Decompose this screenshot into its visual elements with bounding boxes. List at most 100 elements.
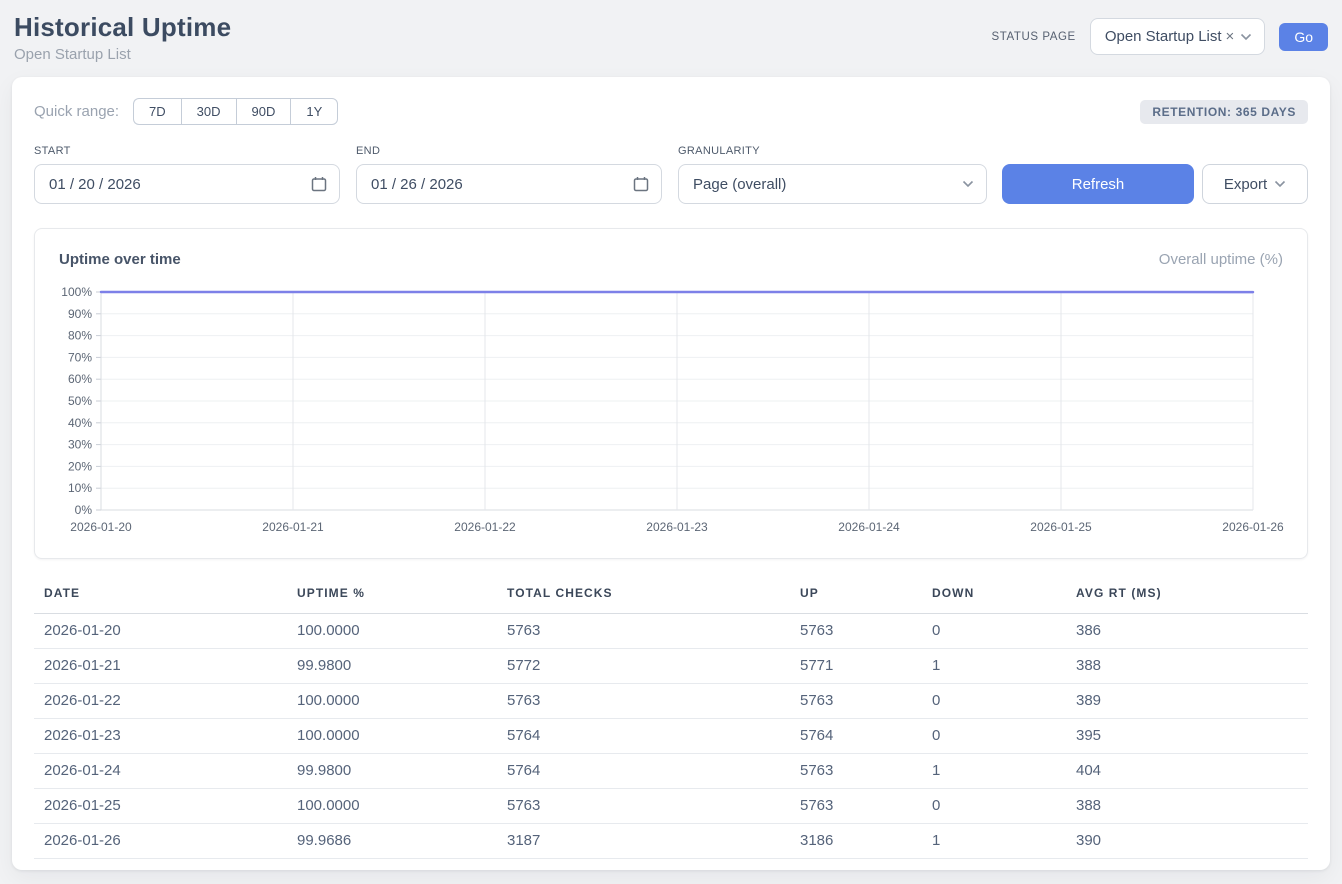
table-cell: 5763 <box>790 789 922 824</box>
table-row: 2026-01-23100.0000576457640395 <box>34 719 1308 754</box>
table-cell: 395 <box>1066 719 1308 754</box>
status-page-selected-value: Open Startup List <box>1105 28 1222 45</box>
end-date-input[interactable]: 01 / 26 / 2026 <box>356 164 662 204</box>
table-cell: 0 <box>922 789 1066 824</box>
chart-header: Uptime over time Overall uptime (%) <box>35 229 1307 282</box>
table-cell: 0 <box>922 719 1066 754</box>
quick-range-button-7d[interactable]: 7D <box>133 98 181 125</box>
table-cell: 2026-01-23 <box>34 719 287 754</box>
filter-form-row: START 01 / 20 / 2026 END 01 / 26 / 2026 … <box>34 145 1308 204</box>
table-cell: 1 <box>922 649 1066 684</box>
table-cell: 5764 <box>497 719 790 754</box>
calendar-icon[interactable] <box>633 176 649 192</box>
quick-range-button-90d[interactable]: 90D <box>236 98 291 125</box>
quick-range-button-30d[interactable]: 30D <box>181 98 236 125</box>
table-header-row: DATEUPTIME %TOTAL CHECKSUPDOWNAVG RT (MS… <box>34 582 1308 614</box>
table-cell: 0 <box>922 614 1066 649</box>
table-cell: 1 <box>922 754 1066 789</box>
table-cell: 0 <box>922 684 1066 719</box>
end-label: END <box>356 145 662 157</box>
table-row: 2026-01-20100.0000576357630386 <box>34 614 1308 649</box>
table-cell: 2026-01-22 <box>34 684 287 719</box>
end-date-value: 01 / 26 / 2026 <box>371 176 463 193</box>
table-row: 2026-01-25100.0000576357630388 <box>34 789 1308 824</box>
chevron-down-icon <box>962 180 974 188</box>
svg-text:0%: 0% <box>75 503 93 517</box>
table-cell: 388 <box>1066 789 1308 824</box>
granularity-field: GRANULARITY Page (overall) <box>678 145 987 204</box>
svg-text:80%: 80% <box>68 329 92 343</box>
column-header: UPTIME % <box>287 582 497 614</box>
quick-range-button-1y[interactable]: 1Y <box>290 98 338 125</box>
column-header: DOWN <box>922 582 1066 614</box>
column-header: TOTAL CHECKS <box>497 582 790 614</box>
svg-text:2026-01-23: 2026-01-23 <box>646 520 708 534</box>
table-cell: 1 <box>922 824 1066 859</box>
quick-range-group: 7D30D90D1Y <box>133 98 338 125</box>
svg-text:2026-01-24: 2026-01-24 <box>838 520 900 534</box>
top-header: Historical Uptime Open Startup List STAT… <box>14 10 1328 77</box>
table-cell: 3186 <box>790 824 922 859</box>
svg-text:2026-01-25: 2026-01-25 <box>1030 520 1092 534</box>
column-header: UP <box>790 582 922 614</box>
table-cell: 100.0000 <box>287 719 497 754</box>
table-cell: 5763 <box>790 614 922 649</box>
table-cell: 5763 <box>790 684 922 719</box>
start-date-field: START 01 / 20 / 2026 <box>34 145 340 204</box>
table-cell: 99.9686 <box>287 824 497 859</box>
svg-text:30%: 30% <box>68 438 92 452</box>
table-cell: 2026-01-20 <box>34 614 287 649</box>
table-cell: 5764 <box>790 719 922 754</box>
table-cell: 5772 <box>497 649 790 684</box>
go-button[interactable]: Go <box>1279 23 1328 51</box>
svg-text:100%: 100% <box>61 285 92 299</box>
table-cell: 386 <box>1066 614 1308 649</box>
svg-text:2026-01-26: 2026-01-26 <box>1222 520 1284 534</box>
start-date-input[interactable]: 01 / 20 / 2026 <box>34 164 340 204</box>
status-page-group: STATUS PAGE Open Startup List × Go <box>992 18 1328 55</box>
refresh-button[interactable]: Refresh <box>1002 164 1194 204</box>
svg-text:60%: 60% <box>68 372 92 386</box>
table-cell: 5771 <box>790 649 922 684</box>
chart-card: Uptime over time Overall uptime (%) 0% 10… <box>34 228 1308 559</box>
page-subtitle: Open Startup List <box>14 46 231 63</box>
table-cell: 390 <box>1066 824 1308 859</box>
svg-text:40%: 40% <box>68 416 92 430</box>
status-page-select[interactable]: Open Startup List × <box>1090 18 1266 55</box>
column-header: AVG RT (MS) <box>1066 582 1308 614</box>
uptime-table: DATEUPTIME %TOTAL CHECKSUPDOWNAVG RT (MS… <box>34 582 1308 859</box>
retention-badge: RETENTION: 365 DAYS <box>1140 100 1308 124</box>
quick-range-label: Quick range: <box>34 103 119 120</box>
table-cell: 100.0000 <box>287 614 497 649</box>
main-panel: Quick range: 7D30D90D1Y RETENTION: 365 D… <box>12 77 1330 870</box>
uptime-table-wrap: DATEUPTIME %TOTAL CHECKSUPDOWNAVG RT (MS… <box>34 582 1308 859</box>
table-cell: 5763 <box>497 614 790 649</box>
table-cell: 3187 <box>497 824 790 859</box>
table-cell: 100.0000 <box>287 684 497 719</box>
calendar-icon[interactable] <box>311 176 327 192</box>
clear-selection-icon[interactable]: × <box>1226 28 1235 45</box>
table-cell: 389 <box>1066 684 1308 719</box>
granularity-selected-value: Page (overall) <box>693 176 786 193</box>
svg-text:2026-01-20: 2026-01-20 <box>70 520 132 534</box>
table-cell: 2026-01-25 <box>34 789 287 824</box>
table-body: 2026-01-20100.00005763576303862026-01-21… <box>34 614 1308 859</box>
column-header: DATE <box>34 582 287 614</box>
page-title: Historical Uptime <box>14 12 231 43</box>
svg-text:20%: 20% <box>68 459 92 473</box>
chart-title: Uptime over time <box>59 251 181 268</box>
table-cell: 2026-01-26 <box>34 824 287 859</box>
table-row: 2026-01-2499.9800576457631404 <box>34 754 1308 789</box>
chevron-down-icon <box>1240 33 1252 41</box>
granularity-select[interactable]: Page (overall) <box>678 164 987 204</box>
start-date-value: 01 / 20 / 2026 <box>49 176 141 193</box>
table-cell: 388 <box>1066 649 1308 684</box>
table-cell: 100.0000 <box>287 789 497 824</box>
export-button-label: Export <box>1224 176 1267 193</box>
quick-range-row: Quick range: 7D30D90D1Y RETENTION: 365 D… <box>34 98 1308 125</box>
export-button[interactable]: Export <box>1202 164 1308 204</box>
chart-legend: Overall uptime (%) <box>1159 251 1283 268</box>
chevron-down-icon <box>1274 180 1286 188</box>
svg-text:90%: 90% <box>68 307 92 321</box>
svg-text:2026-01-21: 2026-01-21 <box>262 520 324 534</box>
